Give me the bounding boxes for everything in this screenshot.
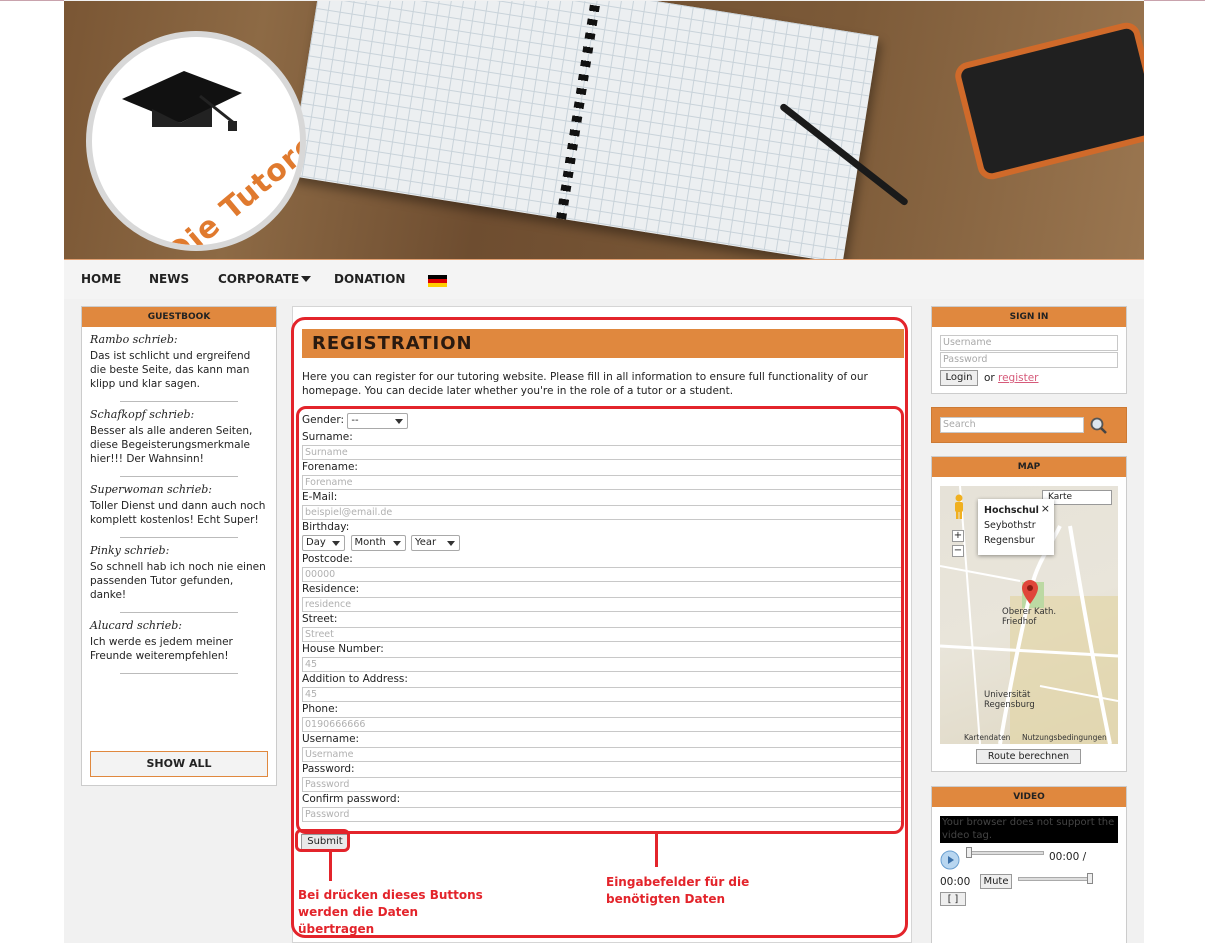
close-icon[interactable]: × [1041,501,1050,516]
register-link[interactable]: register [998,372,1039,384]
map-title: MAP [932,457,1126,477]
annotation-submit-line [329,851,332,881]
guestbook-author: Schafkopf schrieb: [90,408,195,421]
guestbook-text: Besser als alle anderen Seiten, diese Be… [90,425,253,465]
signin-username-input[interactable]: Username [940,335,1118,351]
pegman-icon[interactable] [952,494,966,520]
annotation-submit-frame [295,829,350,852]
guestbook-author: Alucard schrieb: [90,619,182,632]
signin-title: SIGN IN [932,307,1126,327]
video-progress-bar[interactable] [966,851,1044,855]
guestbook-entry: Rambo schrieb: Das ist schlicht und ergr… [82,333,276,402]
divider [120,612,238,613]
search-input[interactable]: Search [940,417,1084,433]
guestbook-entry: Superwoman schrieb: Toller Dienst und da… [82,483,276,538]
notebook-photo [289,1,879,259]
divider [120,537,238,538]
map-panel: MAP + − Karte Hochschul Seybothstr Regen… [931,456,1127,772]
volume-slider[interactable] [1018,877,1092,881]
signin-panel: SIGN IN Username Password Login or regis… [931,306,1127,394]
main-nav: HOME NEWS CORPORATE DONATION [64,259,1144,299]
nav-home[interactable]: HOME [81,272,121,286]
fullscreen-button[interactable]: [ ] [940,892,966,906]
german-flag-icon[interactable] [428,275,447,287]
guestbook-author: Superwoman schrieb: [90,483,212,496]
device-photo [952,19,1144,183]
header-banner: Die Tutoren AG [64,1,1144,259]
video-time-current: 00:00 / [1049,851,1087,863]
signin-password-input[interactable]: Password [940,352,1118,368]
guestbook-text: So schnell hab ich noch nie einen passen… [90,561,266,601]
nav-news[interactable]: NEWS [149,272,189,286]
guestbook-panel: GUESTBOOK Rambo schrieb: Das ist schlich… [81,306,277,786]
divider [120,476,238,477]
volume-handle[interactable] [1087,873,1093,884]
search-icon[interactable] [1090,417,1108,435]
video-panel: VIDEO Your browser does not support the … [931,786,1127,943]
play-icon[interactable] [940,850,960,870]
annotation-submit-note: Bei drücken dieses Buttons werden die Da… [298,888,483,936]
guestbook-title: GUESTBOOK [82,307,276,327]
zoom-out-button[interactable]: − [952,545,964,557]
guestbook-entry: Schafkopf schrieb: Besser als alle ander… [82,408,276,477]
guestbook-text: Ich werde es jedem meiner Freunde weiter… [90,636,233,662]
mute-button[interactable]: Mute [980,874,1012,889]
map-info-popup: Hochschul Seybothstr Regensbur × [978,499,1054,555]
video-progress-handle[interactable] [966,847,972,858]
graduation-cap-icon [122,71,242,131]
show-all-button[interactable]: SHOW ALL [90,751,268,777]
guestbook-author: Pinky schrieb: [90,544,170,557]
map-popup-title: Hochschul [984,505,1039,516]
map-marker-icon[interactable] [1022,580,1038,604]
divider [120,673,238,674]
chevron-down-icon[interactable] [301,276,311,282]
video-time-total: 00:00 [940,876,971,888]
guestbook-text: Toller Dienst und dann auch noch komplet… [90,500,266,526]
page: Die Tutoren AG HOME NEWS CORPORATE DONAT… [64,0,1144,943]
site-logo[interactable]: Die Tutoren AG [86,31,306,251]
guestbook-text: Das ist schlicht und ergreifend die best… [90,350,251,390]
map-credits[interactable]: Kartendaten [964,733,1010,742]
login-button[interactable]: Login [940,370,978,386]
annotation-fields-line [655,834,658,867]
guestbook-entry: Alucard schrieb: Ich werde es jedem mein… [82,619,276,674]
map-place-label: Oberer Kath. Friedhof [1002,607,1057,627]
map-popup-line: Seybothstr [984,520,1036,531]
annotation-fields-note: Eingabefelder für die benötigten Daten [606,875,750,906]
nav-corporate[interactable]: CORPORATE [218,272,299,286]
or-text: or [984,372,995,384]
map-place-label: Universität Regensburg [984,690,1035,710]
google-map[interactable]: + − Karte Hochschul Seybothstr Regensbur… [940,486,1118,744]
divider [120,401,238,402]
video-title: VIDEO [932,787,1126,807]
zoom-in-button[interactable]: + [952,530,964,542]
guestbook-author: Rambo schrieb: [90,333,178,346]
video-player[interactable]: Your browser does not support the video … [940,816,1118,843]
map-terms-link[interactable]: Nutzungsbedingungen [1022,733,1107,742]
nav-donation[interactable]: DONATION [334,272,405,286]
route-button[interactable]: Route berechnen [976,749,1081,764]
search-panel: Search [931,407,1127,443]
annotation-fields-frame [296,406,904,834]
guestbook-entry: Pinky schrieb: So schnell hab ich noch n… [82,544,276,613]
map-popup-line: Regensbur [984,535,1035,546]
